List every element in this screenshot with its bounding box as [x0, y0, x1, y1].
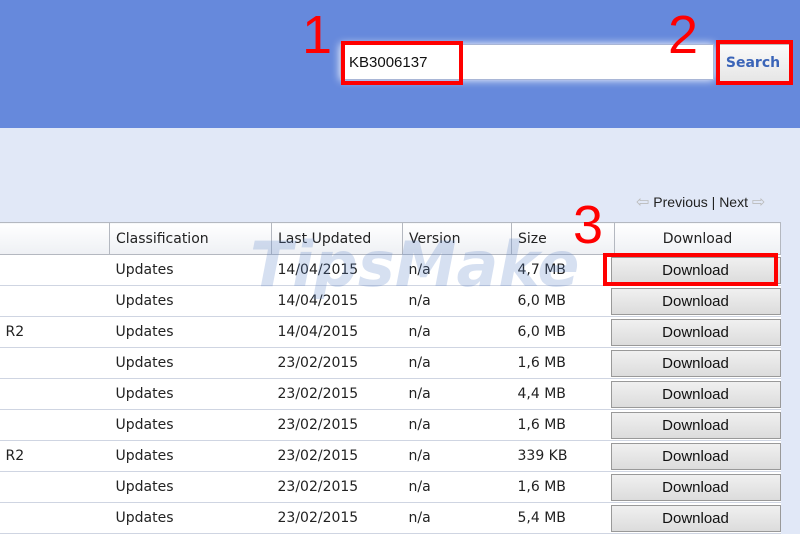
cell-version: n/a	[402, 347, 512, 379]
cell-title	[0, 378, 110, 410]
cell-size: 6,0 MB	[511, 316, 615, 348]
table-row: Updates 23/02/2015 n/a 1,6 MB Download	[0, 409, 781, 441]
table-row: R2 Updates 14/04/2015 n/a 6,0 MB Download	[0, 316, 781, 348]
highlight-box-download	[603, 253, 778, 286]
download-button[interactable]: Download	[610, 287, 781, 315]
cell-version: n/a	[402, 440, 512, 472]
table-row: Updates 23/02/2015 n/a 1,6 MB Download	[0, 347, 781, 379]
next-link[interactable]: Next	[719, 194, 748, 210]
download-button[interactable]: Download	[610, 380, 781, 408]
cell-classification: Updates	[109, 254, 272, 286]
arrow-right-icon: ⇨	[751, 194, 766, 211]
cell-title: R2	[0, 440, 110, 472]
cell-download: Download	[610, 285, 781, 317]
column-header-title[interactable]	[0, 222, 110, 255]
cell-version: n/a	[402, 502, 512, 534]
table-row: Updates 23/02/2015 n/a 4,4 MB Download	[0, 378, 781, 410]
table-row: Updates 23/02/2015 n/a 5,4 MB Download	[0, 502, 781, 534]
cell-last-updated: 14/04/2015	[271, 316, 403, 348]
cell-last-updated: 23/02/2015	[271, 409, 403, 441]
cell-download: Download	[610, 378, 781, 410]
pager: ⇦ Previous | Next ⇨	[636, 192, 765, 212]
cell-classification: Updates	[109, 378, 272, 410]
cell-version: n/a	[402, 471, 512, 503]
cell-download: Download	[610, 440, 781, 472]
cell-last-updated: 14/04/2015	[271, 285, 403, 317]
column-header-download: Download	[614, 222, 781, 255]
cell-download: Download	[610, 347, 781, 379]
step-number-3: 3	[573, 195, 604, 255]
cell-classification: Updates	[109, 316, 272, 348]
download-button[interactable]: Download	[610, 473, 781, 501]
step-number-2: 2	[668, 5, 699, 65]
cell-size: 1,6 MB	[511, 409, 615, 441]
column-header-classification[interactable]: Classification	[109, 222, 272, 255]
cell-title	[0, 409, 110, 441]
cell-version: n/a	[402, 378, 512, 410]
column-header-version[interactable]: Version	[402, 222, 512, 255]
cell-last-updated: 23/02/2015	[271, 378, 403, 410]
cell-title	[0, 285, 110, 317]
download-button[interactable]: Download	[610, 411, 781, 439]
cell-version: n/a	[402, 254, 512, 286]
cell-size: 4,7 MB	[511, 254, 615, 286]
cell-version: n/a	[402, 409, 512, 441]
arrow-left-icon: ⇦	[636, 194, 650, 211]
cell-size: 1,6 MB	[511, 471, 615, 503]
cell-last-updated: 23/02/2015	[271, 440, 403, 472]
cell-classification: Updates	[109, 471, 272, 503]
download-button[interactable]: Download	[610, 504, 781, 532]
cell-last-updated: 23/02/2015	[271, 471, 403, 503]
cell-last-updated: 23/02/2015	[271, 347, 403, 379]
cell-download: Download	[610, 316, 781, 348]
cell-version: n/a	[402, 316, 512, 348]
table-row: R2 Updates 23/02/2015 n/a 339 KB Download	[0, 440, 781, 472]
cell-title	[0, 471, 110, 503]
cell-size: 5,4 MB	[511, 502, 615, 534]
step-number-1: 1	[302, 5, 333, 65]
table-row: Updates 23/02/2015 n/a 1,6 MB Download	[0, 471, 781, 503]
cell-classification: Updates	[109, 440, 272, 472]
cell-last-updated: 14/04/2015	[271, 254, 403, 286]
cell-size: 1,6 MB	[511, 347, 615, 379]
cell-last-updated: 23/02/2015	[271, 502, 403, 534]
highlight-box-search	[716, 40, 793, 85]
download-button[interactable]: Download	[610, 349, 781, 377]
download-button[interactable]: Download	[610, 442, 781, 470]
cell-title: R2	[0, 316, 110, 348]
cell-download: Download	[610, 409, 781, 441]
cell-classification: Updates	[109, 285, 272, 317]
highlight-box-input	[341, 41, 463, 85]
cell-download: Download	[610, 502, 781, 534]
pager-separator: |	[711, 194, 716, 210]
column-header-last-updated[interactable]: Last Updated	[271, 222, 403, 255]
cell-classification: Updates	[109, 502, 272, 534]
cell-title	[0, 347, 110, 379]
table-row: Updates 14/04/2015 n/a 6,0 MB Download	[0, 285, 781, 317]
cell-size: 4,4 MB	[511, 378, 615, 410]
cell-classification: Updates	[109, 347, 272, 379]
cell-size: 339 KB	[511, 440, 615, 472]
cell-size: 6,0 MB	[511, 285, 615, 317]
cell-download: Download	[610, 471, 781, 503]
previous-link[interactable]: Previous	[653, 194, 707, 210]
cell-version: n/a	[402, 285, 512, 317]
cell-title	[0, 254, 110, 286]
download-button[interactable]: Download	[610, 318, 781, 346]
cell-classification: Updates	[109, 409, 272, 441]
cell-title	[0, 502, 110, 534]
